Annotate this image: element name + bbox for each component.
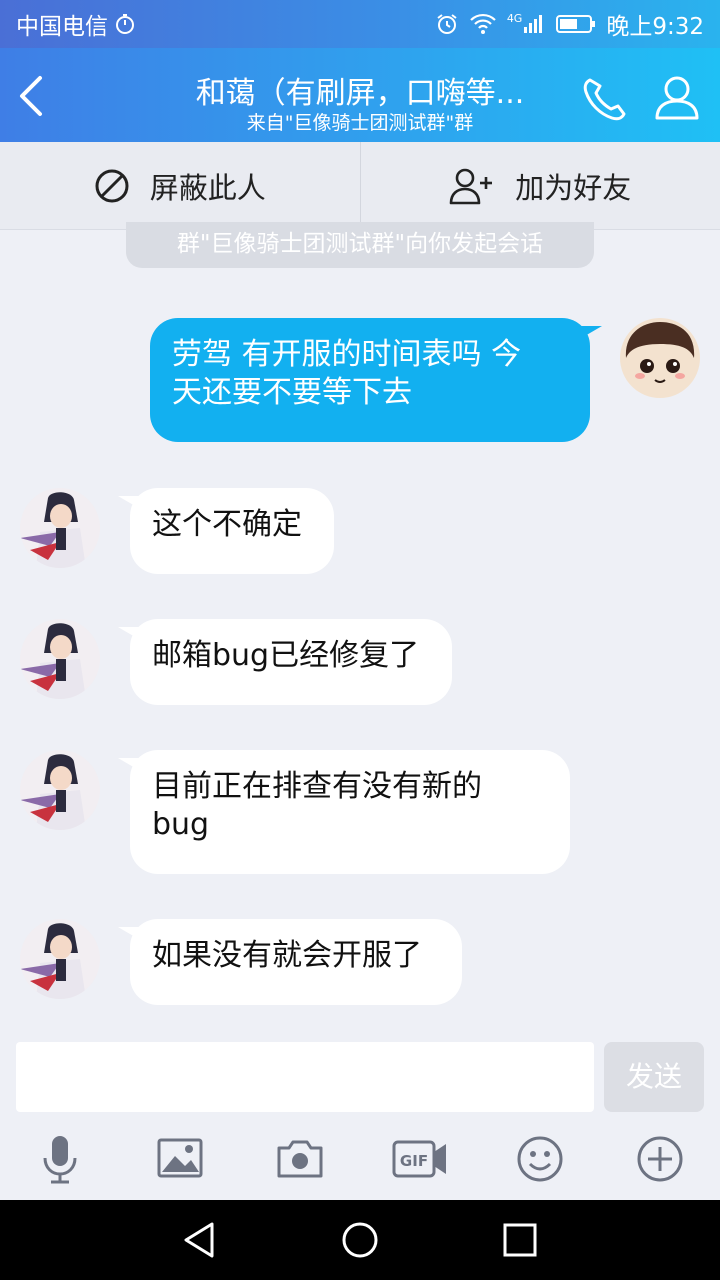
- stopwatch-icon: [116, 14, 134, 34]
- anime-character-icon: [20, 923, 86, 999]
- sender-avatar[interactable]: [20, 750, 100, 830]
- message-bubble-received[interactable]: 邮箱bug已经修复了: [130, 619, 452, 705]
- emoji-icon[interactable]: [515, 1134, 565, 1184]
- message-text-line: bug: [152, 807, 210, 842]
- nav-recents-icon[interactable]: [500, 1220, 540, 1260]
- wifi-icon: [470, 13, 496, 34]
- message-bubble-received[interactable]: 这个不确定: [130, 488, 334, 574]
- send-button[interactable]: 发送: [604, 1042, 704, 1112]
- network-type: 4G: [506, 11, 523, 25]
- camera-icon[interactable]: [275, 1134, 325, 1184]
- sender-avatar[interactable]: [20, 488, 100, 568]
- gif-icon[interactable]: GIF: [392, 1134, 448, 1184]
- chat-title: 和蔼（有刷屏，口嗨等...: [195, 76, 525, 111]
- anime-character-icon: [20, 492, 86, 568]
- message-text: 这个不确定: [152, 507, 302, 542]
- message-text-line: 天还要不要等下去: [172, 375, 412, 410]
- block-user-label: 屏蔽此人: [149, 170, 266, 205]
- message-input[interactable]: [16, 1042, 594, 1112]
- nav-back-icon[interactable]: [180, 1220, 220, 1260]
- signal-icon: [524, 15, 543, 33]
- alarm-icon: [437, 14, 457, 34]
- message-bubble-sent[interactable]: 劳驾 有开服的时间表吗 今 天还要不要等下去: [150, 318, 590, 442]
- message-bubble-received[interactable]: 目前正在排查有没有新的 bug: [130, 750, 570, 874]
- anime-character-icon: [20, 623, 86, 699]
- message-text: 邮箱bug已经修复了: [152, 638, 420, 673]
- add-friend-label: 加为好友: [515, 170, 632, 205]
- stranger-action-bar: 屏蔽此人 加为好友: [0, 142, 720, 230]
- sender-avatar[interactable]: [20, 619, 100, 699]
- input-toolbar: GIF: [0, 1124, 720, 1200]
- chat-subtitle: 来自"巨像骑士团测试群"群: [246, 112, 474, 134]
- block-icon: [95, 169, 129, 202]
- message-text-line: 劳驾 有开服的时间表吗 今: [172, 337, 522, 372]
- profile-icon[interactable]: [652, 72, 702, 122]
- nav-home-icon[interactable]: [340, 1220, 380, 1260]
- sender-avatar[interactable]: [20, 919, 100, 999]
- anime-character-icon: [20, 754, 86, 830]
- add-friend-button[interactable]: 加为好友: [361, 142, 720, 229]
- message-bubble-received[interactable]: 如果没有就会开服了: [130, 919, 462, 1005]
- message-text: 如果没有就会开服了: [152, 938, 422, 973]
- chat-header: 和蔼（有刷屏，口嗨等... 来自"巨像骑士团测试群"群: [0, 48, 720, 142]
- message-text-line: 目前正在排查有没有新的: [152, 769, 482, 804]
- my-avatar[interactable]: [620, 318, 700, 398]
- message-input-bar: 发送: [0, 1030, 720, 1122]
- back-arrow-icon[interactable]: [10, 72, 54, 120]
- status-bar: 中国电信 4G 晚上9:32: [0, 0, 720, 48]
- system-navigation-bar: [0, 1200, 720, 1280]
- block-user-button[interactable]: 屏蔽此人: [0, 142, 360, 229]
- plus-icon[interactable]: [635, 1134, 685, 1184]
- battery-icon: [556, 15, 596, 33]
- phone-call-icon[interactable]: [580, 74, 632, 124]
- carrier-name: 中国电信: [16, 14, 108, 40]
- add-friend-icon: [449, 168, 493, 204]
- svg-text:GIF: GIF: [400, 1152, 428, 1170]
- clock: 晚上9:32: [606, 14, 704, 40]
- microphone-icon[interactable]: [35, 1134, 85, 1184]
- cartoon-face-icon: [625, 322, 695, 383]
- system-message: 群"巨像骑士团测试群"向你发起会话: [126, 222, 594, 268]
- image-icon[interactable]: [155, 1134, 205, 1184]
